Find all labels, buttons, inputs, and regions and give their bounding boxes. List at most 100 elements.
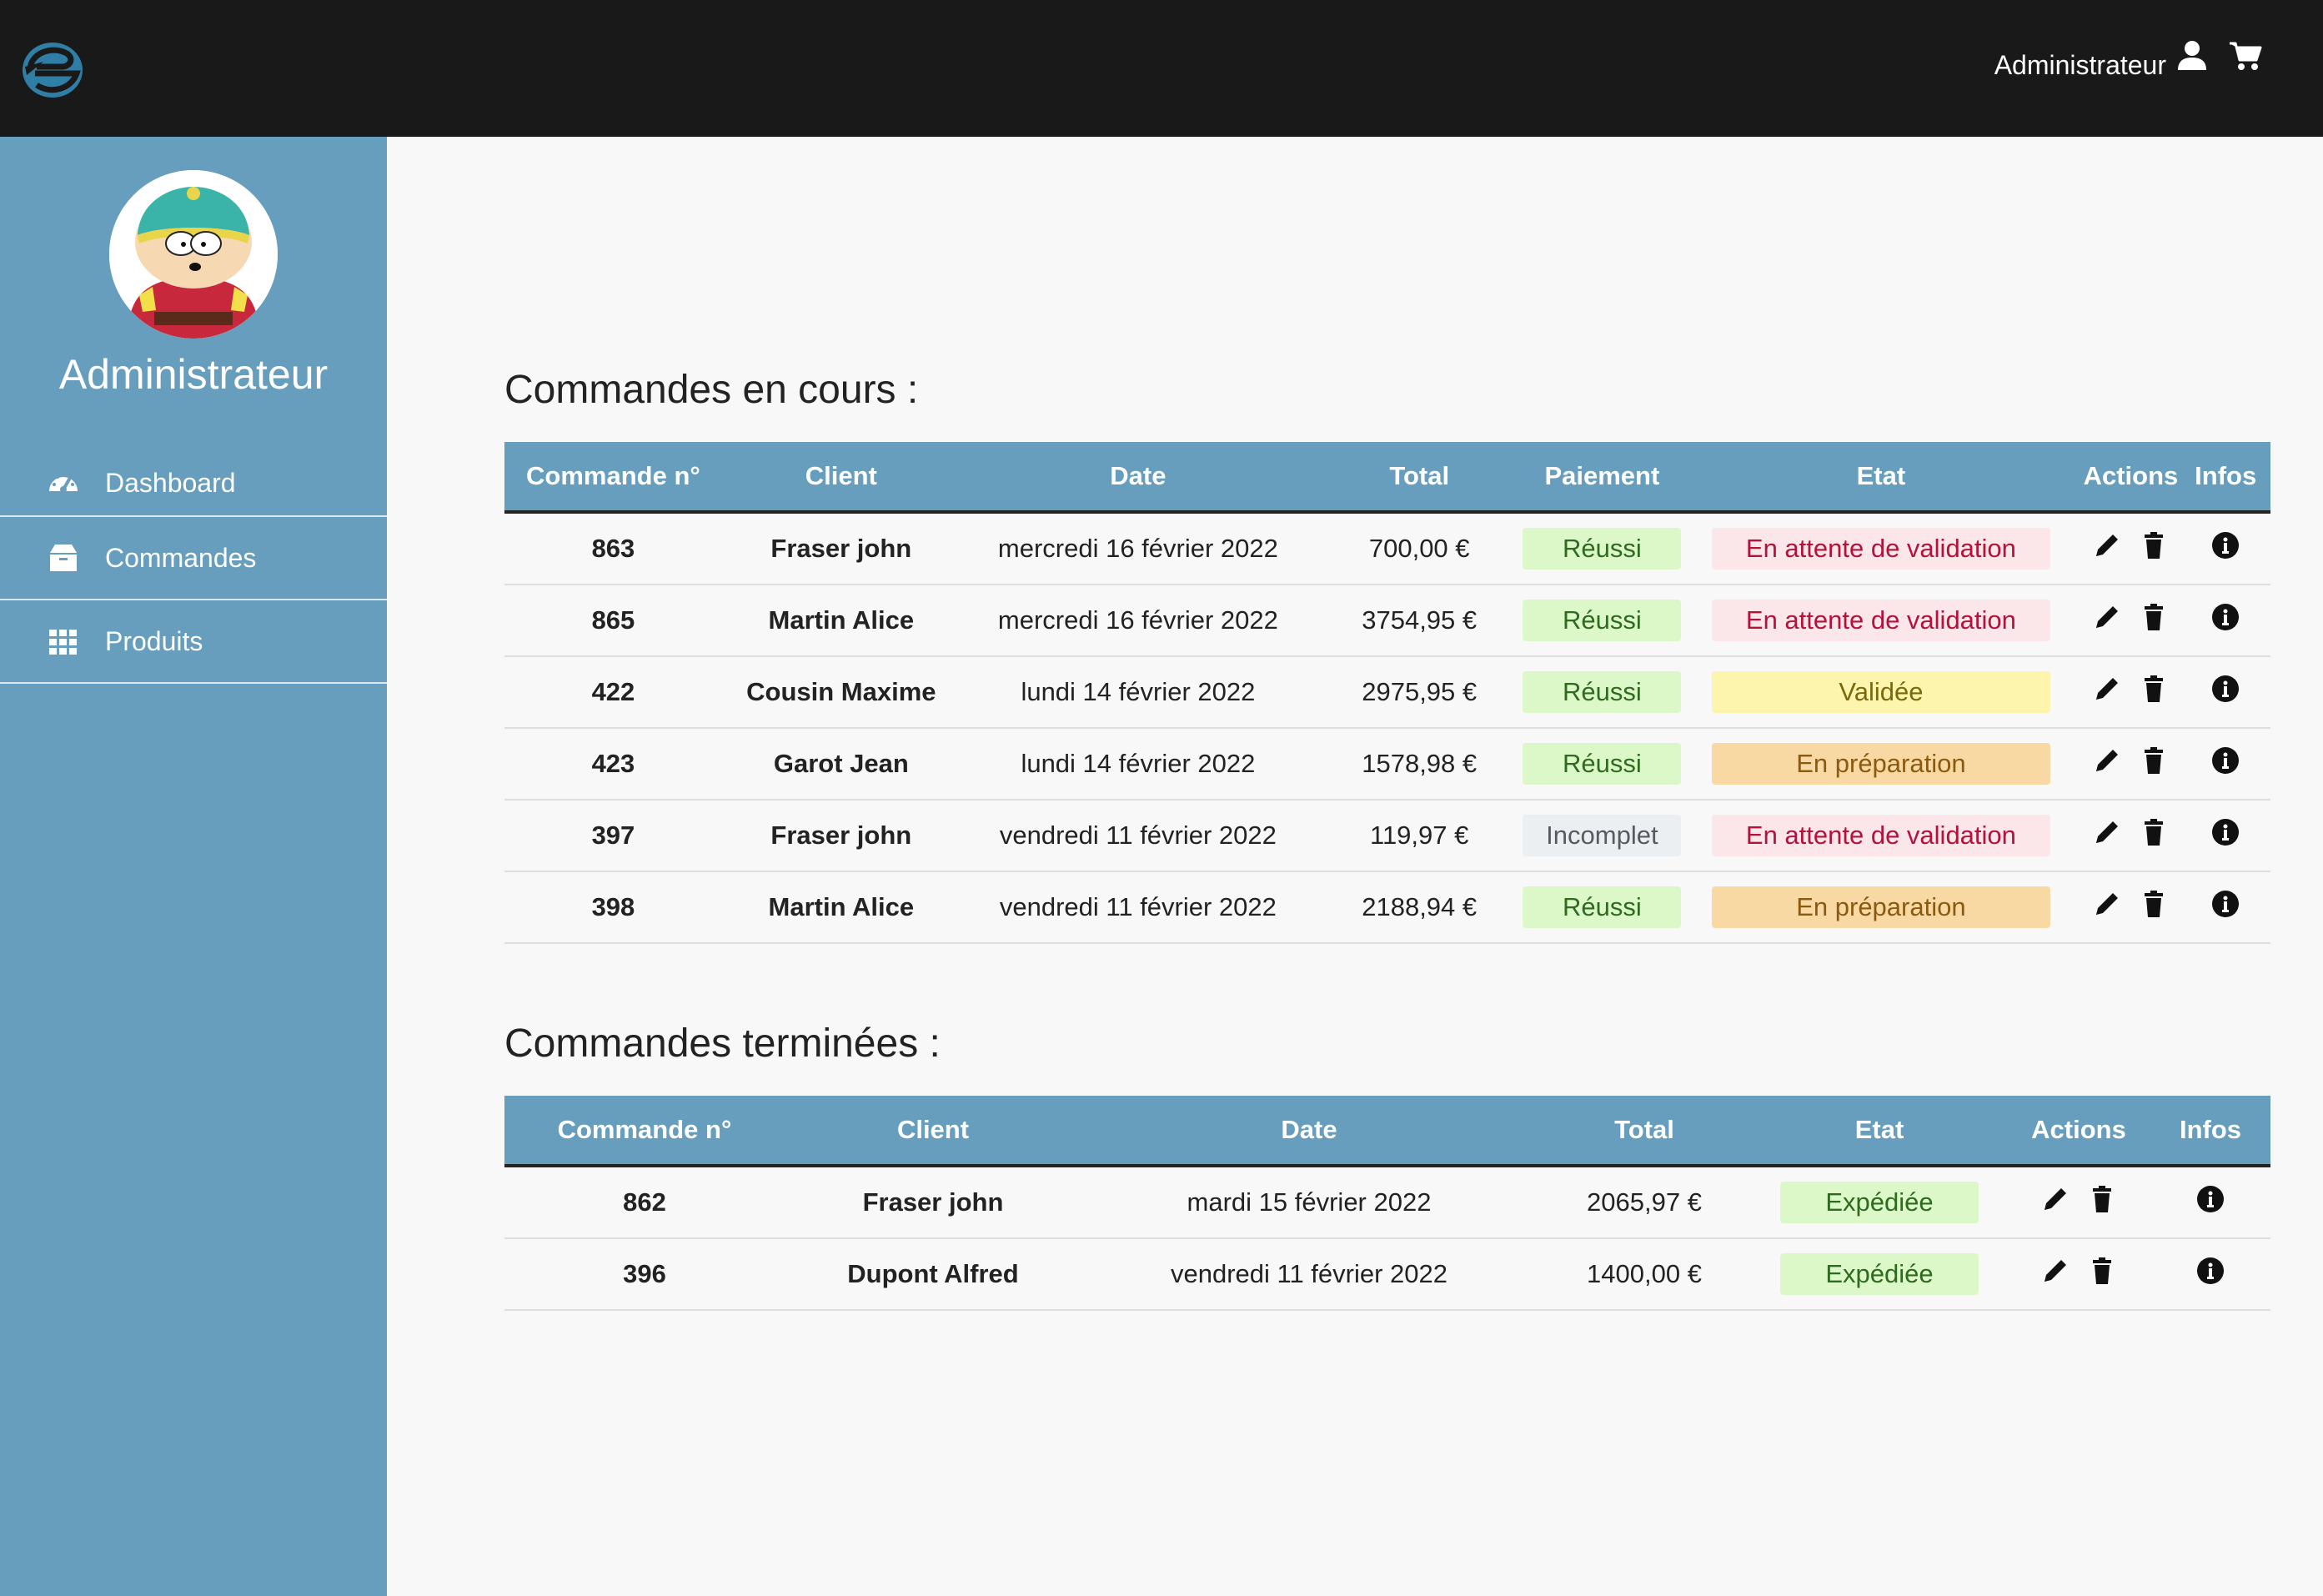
client-name: Fraser john <box>721 512 961 585</box>
order-state-badge: Validée <box>1711 671 2050 713</box>
sidebar-item-produits[interactable]: Produits <box>0 600 387 684</box>
client-name: Martin Alice <box>721 585 961 657</box>
order-date: lundi 14 février 2022 <box>960 656 1317 729</box>
info-icon[interactable] <box>2211 531 2240 560</box>
table-row: 398 Martin Alice vendredi 11 février 2022 2… <box>504 871 2270 944</box>
finished-orders-table: Commande n° Client Date Total Etat Actio… <box>504 1096 2270 1311</box>
info-icon[interactable] <box>2211 603 2240 631</box>
order-number: 397 <box>504 800 722 872</box>
order-number: 396 <box>504 1238 785 1311</box>
col-header-total[interactable]: Total <box>1537 1096 1752 1167</box>
payment-status-badge: Incomplet <box>1523 815 1682 856</box>
order-date: vendredi 11 février 2022 <box>960 800 1317 872</box>
trash-icon[interactable] <box>2138 529 2170 561</box>
infos-cell <box>2180 512 2270 585</box>
logo-icon[interactable] <box>18 37 87 100</box>
payment-status-badge: Réussi <box>1523 886 1682 928</box>
payment-status-badge: Réussi <box>1523 671 1682 713</box>
col-header-payment[interactable]: Paiement <box>1523 442 1682 514</box>
info-icon[interactable] <box>2211 818 2240 846</box>
actions-cell <box>2080 656 2181 729</box>
col-header-actions: Actions <box>2007 1096 2150 1167</box>
order-state-badge: Expédiée <box>1780 1253 1979 1295</box>
trash-icon[interactable] <box>2138 601 2170 633</box>
top-bar: Administrateur <box>0 0 2323 137</box>
sidebar-item-dashboard[interactable]: Dashboard <box>0 450 387 517</box>
client-name: Fraser john <box>785 1166 1081 1239</box>
info-icon[interactable] <box>2196 1257 2225 1285</box>
info-icon[interactable] <box>2211 746 2240 775</box>
payment-status-badge: Réussi <box>1523 743 1682 785</box>
col-header-date[interactable]: Date <box>960 442 1317 514</box>
col-header-state[interactable]: Etat <box>1681 442 2081 514</box>
user-icon[interactable] <box>2175 38 2210 73</box>
order-number: 863 <box>504 512 722 585</box>
row-actions <box>2091 529 2170 561</box>
actions-cell <box>2007 1166 2150 1239</box>
payment-status-cell: Réussi <box>1523 871 1682 944</box>
col-header-state[interactable]: Etat <box>1752 1096 2007 1167</box>
header-user-label[interactable]: Administrateur <box>1994 50 2166 81</box>
edit-icon[interactable] <box>2040 1255 2071 1287</box>
col-header-client[interactable]: Client <box>785 1096 1081 1167</box>
col-header-order[interactable]: Commande n° <box>504 1096 785 1167</box>
order-total: 2188,94 € <box>1316 871 1523 944</box>
col-header-order[interactable]: Commande n° <box>504 442 722 514</box>
order-number: 865 <box>504 585 722 657</box>
infos-cell <box>2180 585 2270 657</box>
info-icon[interactable] <box>2211 675 2240 703</box>
grid-icon <box>49 630 77 655</box>
order-state-badge: En préparation <box>1711 886 2050 928</box>
edit-icon[interactable] <box>2091 673 2123 705</box>
trash-icon[interactable] <box>2138 888 2170 920</box>
finished-orders-title: Commandes terminées : <box>504 1021 941 1066</box>
info-icon[interactable] <box>2196 1185 2225 1213</box>
edit-icon[interactable] <box>2091 601 2123 633</box>
trash-icon[interactable] <box>2086 1255 2118 1287</box>
order-state-badge: En préparation <box>1711 743 2050 785</box>
order-total: 2065,97 € <box>1537 1166 1752 1239</box>
order-total: 1578,98 € <box>1316 728 1523 801</box>
edit-icon[interactable] <box>2040 1183 2071 1215</box>
table-row: 397 Fraser john vendredi 11 février 2022 11… <box>504 800 2270 872</box>
trash-icon[interactable] <box>2086 1183 2118 1215</box>
col-header-date[interactable]: Date <box>1081 1096 1537 1167</box>
avatar-image <box>109 170 278 339</box>
trash-icon[interactable] <box>2138 816 2170 848</box>
client-name: Cousin Maxime <box>721 656 961 729</box>
edit-icon[interactable] <box>2091 745 2123 776</box>
trash-icon[interactable] <box>2138 673 2170 705</box>
order-date: vendredi 11 février 2022 <box>1081 1238 1537 1311</box>
row-actions <box>2091 601 2170 633</box>
edit-icon[interactable] <box>2091 529 2123 561</box>
sidebar-item-commandes[interactable]: Commandes <box>0 517 387 600</box>
gauge-icon <box>49 472 78 493</box>
payment-status-cell: Réussi <box>1523 512 1682 585</box>
order-number: 423 <box>504 728 722 801</box>
row-actions <box>2091 745 2170 776</box>
table-row: 862 Fraser john mardi 15 février 2022 2065,… <box>504 1166 2270 1239</box>
order-date: vendredi 11 février 2022 <box>960 871 1317 944</box>
sidebar-item-label: Produits <box>105 625 203 656</box>
order-state-badge: En attente de validation <box>1711 528 2050 570</box>
table-header-row: Commande n° Client Date Total Etat Actio… <box>504 1096 2270 1167</box>
info-icon[interactable] <box>2211 890 2240 918</box>
infos-cell <box>2180 800 2270 872</box>
trash-icon[interactable] <box>2138 745 2170 776</box>
order-state-cell: En attente de validation <box>1681 512 2081 585</box>
order-date: lundi 14 février 2022 <box>960 728 1317 801</box>
edit-icon[interactable] <box>2091 888 2123 920</box>
order-state-cell: Expédiée <box>1752 1166 2007 1239</box>
infos-cell <box>2150 1238 2270 1311</box>
col-header-client[interactable]: Client <box>721 442 961 514</box>
order-number: 862 <box>504 1166 785 1239</box>
cart-icon[interactable] <box>2228 38 2263 73</box>
col-header-infos: Infos <box>2150 1096 2270 1167</box>
col-header-total[interactable]: Total <box>1316 442 1523 514</box>
edit-icon[interactable] <box>2091 816 2123 848</box>
order-total: 2975,95 € <box>1316 656 1523 729</box>
client-name: Fraser john <box>721 800 961 872</box>
order-state-badge: En attente de validation <box>1711 600 2050 641</box>
order-total: 119,97 € <box>1316 800 1523 872</box>
order-date: mercredi 16 février 2022 <box>960 512 1317 585</box>
